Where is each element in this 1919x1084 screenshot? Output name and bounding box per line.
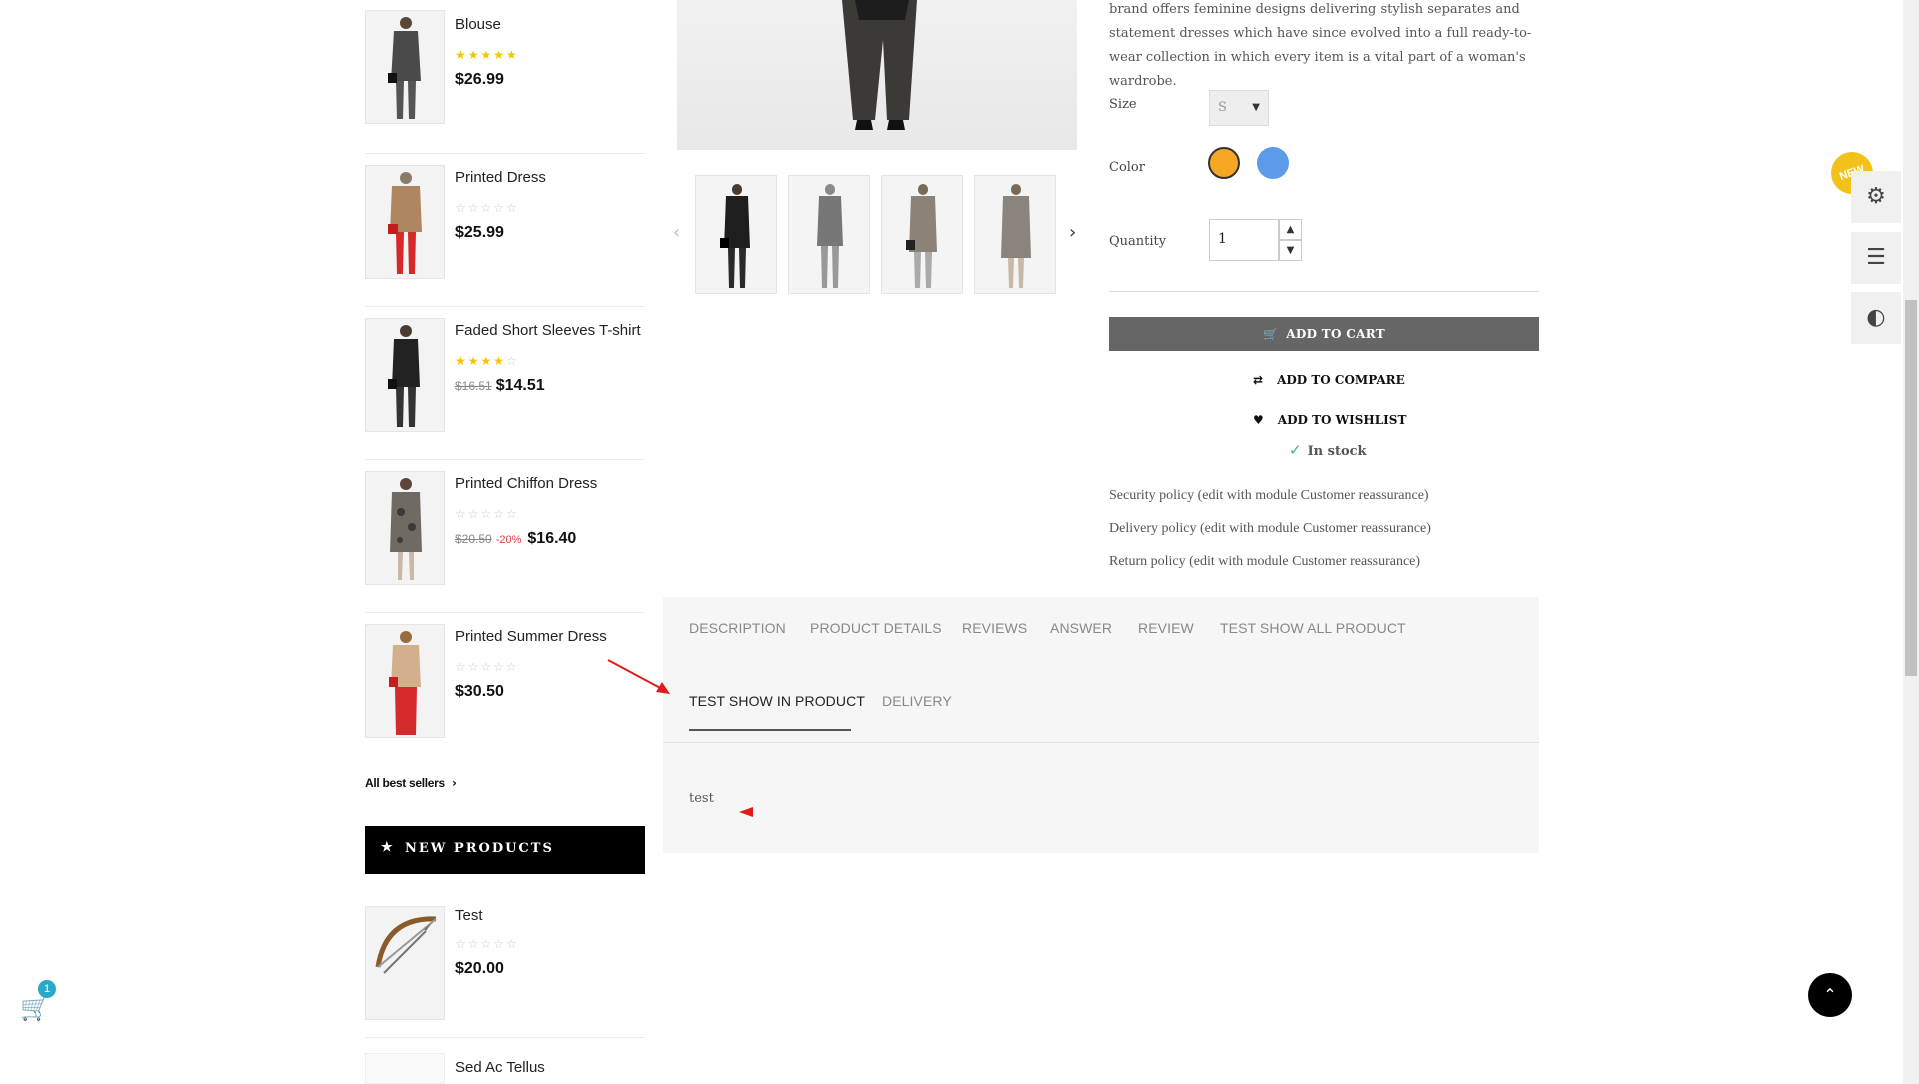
rating-stars: ★★★★★ bbox=[455, 48, 519, 62]
return-policy: Return policy (edit with module Customer… bbox=[1109, 554, 1421, 569]
quantity-increment-button[interactable]: ▲ bbox=[1279, 219, 1302, 240]
cart-count-badge: 1 bbox=[38, 980, 56, 998]
rating-stars: ☆☆☆☆☆ bbox=[455, 937, 519, 951]
chevron-right-icon: › bbox=[451, 776, 457, 790]
add-to-compare-button[interactable]: ⇄ ADD TO COMPARE bbox=[1253, 373, 1405, 387]
delivery-policy: Delivery policy (edit with module Custom… bbox=[1109, 521, 1431, 536]
rating-stars: ★★★★☆ bbox=[455, 354, 519, 368]
check-icon: ✓ bbox=[1289, 441, 1302, 459]
tab-divider bbox=[663, 742, 1539, 743]
star-icon: ★ bbox=[381, 840, 395, 855]
chevron-right-icon[interactable]: › bbox=[1069, 222, 1076, 243]
annotation-arrow bbox=[607, 659, 670, 694]
product-thumbnail[interactable] bbox=[365, 624, 445, 738]
product-thumbnail[interactable] bbox=[365, 471, 445, 585]
thumbnail[interactable] bbox=[788, 175, 870, 294]
sliders-icon[interactable]: ☰ bbox=[1851, 232, 1901, 284]
product-name[interactable]: Printed Chiffon Dress bbox=[455, 475, 597, 492]
tab-test-show-in-product[interactable]: TEST SHOW IN PRODUCT bbox=[689, 693, 865, 709]
list-item[interactable]: Sed Ac Tellus bbox=[365, 1053, 645, 1084]
tab-reviews[interactable]: REVIEWS bbox=[962, 620, 1027, 636]
quantity-decrement-button[interactable]: ▼ bbox=[1279, 240, 1302, 261]
all-best-sellers-link[interactable]: All best sellers › bbox=[365, 776, 457, 790]
old-price: $16.51 bbox=[455, 379, 492, 393]
product-thumbnail[interactable] bbox=[365, 1053, 445, 1084]
color-label: Color bbox=[1109, 160, 1145, 175]
product-name[interactable]: Printed Dress bbox=[455, 169, 546, 186]
product-price: $26.99 bbox=[455, 71, 504, 88]
thumbnail-carousel bbox=[695, 175, 1061, 294]
product-price: $20.00 bbox=[455, 960, 504, 977]
cart-icon: 🛒 bbox=[1263, 327, 1279, 341]
discount-badge: -20% bbox=[495, 534, 522, 546]
product-tabs: DESCRIPTION PRODUCT DETAILS REVIEWS ANSW… bbox=[663, 597, 1539, 853]
active-tab-indicator bbox=[689, 729, 851, 731]
tab-delivery[interactable]: DELIVERY bbox=[882, 693, 952, 709]
divider bbox=[1109, 291, 1539, 292]
list-item[interactable]: Blouse ★★★★★ $26.99 bbox=[365, 0, 645, 154]
add-to-wishlist-button[interactable]: ♥ ADD TO WISHLIST bbox=[1253, 413, 1406, 427]
list-item[interactable]: Printed Chiffon Dress ☆☆☆☆☆ $20.50 -20% $1… bbox=[365, 459, 645, 613]
product-description: brand offers feminine designs delivering… bbox=[1109, 2, 1532, 89]
quantity-label: Quantity bbox=[1109, 234, 1167, 249]
product-name[interactable]: Printed Summer Dress bbox=[455, 628, 607, 645]
color-swatch-orange[interactable] bbox=[1208, 147, 1240, 179]
scrollbar-thumb[interactable] bbox=[1905, 300, 1917, 676]
product-name[interactable]: Faded Short Sleeves T-shirt bbox=[455, 322, 641, 339]
chevron-down-icon: ▼ bbox=[1252, 102, 1260, 113]
gear-icon[interactable]: ⚙ bbox=[1851, 171, 1901, 223]
product-price: $25.99 bbox=[455, 224, 504, 241]
list-item[interactable]: Faded Short Sleeves T-shirt ★★★★☆ $16.51… bbox=[365, 306, 645, 460]
cart-icon[interactable]: 🛒 bbox=[20, 994, 50, 1022]
size-label: Size bbox=[1109, 97, 1137, 112]
add-to-cart-button[interactable]: 🛒 ADD TO CART bbox=[1109, 317, 1539, 351]
contrast-icon[interactable]: ◐ bbox=[1851, 292, 1901, 344]
annotation-arrow bbox=[739, 807, 753, 817]
rating-stars: ☆☆☆☆☆ bbox=[455, 507, 519, 521]
tab-description[interactable]: DESCRIPTION bbox=[689, 620, 786, 636]
product-name[interactable]: Test bbox=[455, 907, 483, 924]
double-chevron-up-icon[interactable]: ⌃ bbox=[1808, 973, 1852, 1017]
product-main-image[interactable] bbox=[677, 0, 1077, 150]
product-thumbnail[interactable] bbox=[365, 906, 445, 1020]
thumbnail[interactable] bbox=[695, 175, 777, 294]
tab-product-details[interactable]: PRODUCT DETAILS bbox=[810, 620, 942, 636]
tab-content: test bbox=[689, 791, 714, 806]
product-price: $16.51 $14.51 bbox=[455, 377, 545, 394]
product-name[interactable]: Sed Ac Tellus bbox=[455, 1059, 545, 1076]
product-price: $20.50 -20% $16.40 bbox=[455, 530, 577, 547]
security-policy: Security policy (edit with module Custom… bbox=[1109, 488, 1429, 503]
list-item[interactable]: Test ☆☆☆☆☆ $20.00 bbox=[365, 891, 645, 1038]
old-price: $20.50 bbox=[455, 532, 492, 546]
list-item[interactable]: Printed Dress ☆☆☆☆☆ $25.99 bbox=[365, 153, 645, 307]
product-thumbnail[interactable] bbox=[365, 165, 445, 279]
tab-review[interactable]: REVIEW bbox=[1138, 620, 1194, 636]
size-select[interactable]: S ▼ bbox=[1209, 90, 1269, 126]
product-thumbnail[interactable] bbox=[365, 10, 445, 124]
rating-stars: ☆☆☆☆☆ bbox=[455, 660, 519, 674]
thumbnail[interactable] bbox=[881, 175, 963, 294]
product-thumbnail[interactable] bbox=[365, 318, 445, 432]
new-products-header: ★ NEW PRODUCTS bbox=[365, 826, 645, 874]
color-swatch-blue[interactable] bbox=[1257, 147, 1289, 179]
rating-stars: ☆☆☆☆☆ bbox=[455, 201, 519, 215]
compare-icon: ⇄ bbox=[1253, 373, 1264, 387]
product-name[interactable]: Blouse bbox=[455, 16, 501, 33]
product-price: $30.50 bbox=[455, 683, 504, 700]
quantity-input[interactable]: 1 bbox=[1209, 219, 1279, 261]
thumbnail[interactable] bbox=[974, 175, 1056, 294]
stock-status: ✓ In stock bbox=[1289, 441, 1367, 459]
tab-test-show-all-product[interactable]: TEST SHOW ALL PRODUCT bbox=[1220, 620, 1406, 636]
chevron-left-icon[interactable]: ‹ bbox=[673, 222, 680, 243]
tab-answer[interactable]: ANSWER bbox=[1050, 620, 1112, 636]
heart-icon: ♥ bbox=[1253, 413, 1264, 427]
